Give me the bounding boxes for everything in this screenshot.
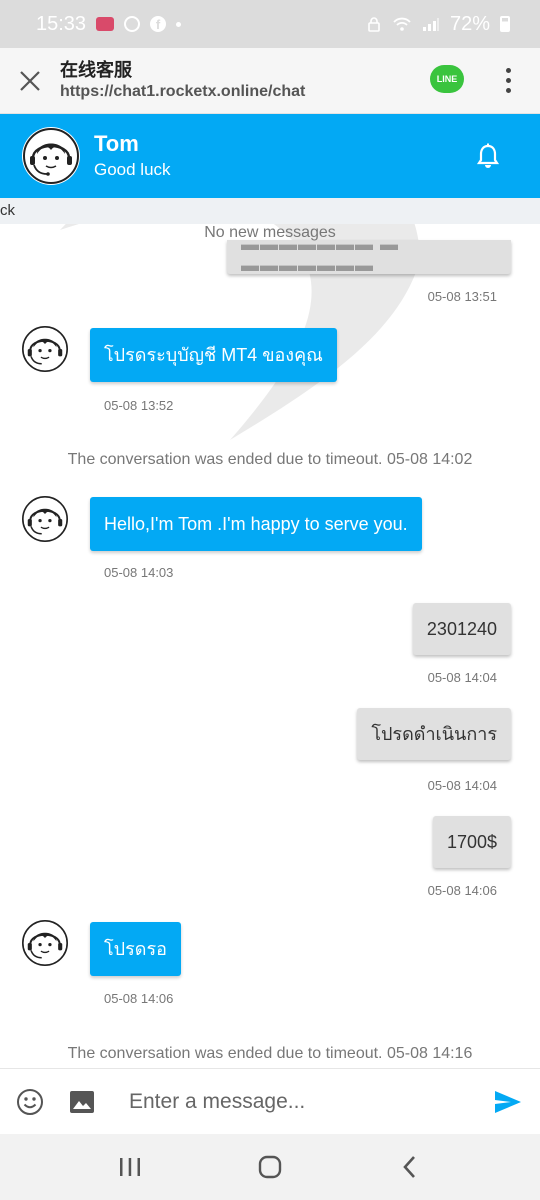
emoji-button[interactable] xyxy=(15,1087,45,1117)
page-info: 在线客服 https://chat1.rocketx.online/chat xyxy=(60,59,430,103)
send-button[interactable] xyxy=(488,1082,528,1122)
system-message: The conversation was ended due to timeou… xyxy=(67,1045,473,1062)
lock-icon xyxy=(368,17,380,32)
home-icon xyxy=(258,1155,282,1179)
sent-message-bubble: 1700$ xyxy=(432,816,511,868)
page-url: https://chat1.rocketx.online/chat xyxy=(60,82,306,100)
agent-headset-avatar-icon xyxy=(23,128,79,184)
message-time: 05-08 14:06 xyxy=(104,991,174,1006)
chat-header: Tom Good luck xyxy=(0,114,540,198)
back-button[interactable] xyxy=(380,1142,440,1192)
message-time: 05-08 13:52 xyxy=(104,398,174,413)
bell-icon xyxy=(476,143,500,168)
received-message-bubble: โปรดระบุบัญชี MT4 ของคุณ xyxy=(90,328,337,382)
line-icon: LINE xyxy=(430,64,464,93)
circle-notification-icon xyxy=(124,16,141,32)
wifi-icon xyxy=(393,17,411,31)
agent-avatar-small xyxy=(22,326,68,372)
system-message: The conversation was ended due to timeou… xyxy=(67,451,473,468)
clock: 15:33 xyxy=(36,12,87,35)
partial-text: ▬▬▬▬▬▬▬ ▬ ▬▬▬▬▬▬▬ xyxy=(241,240,400,274)
more-options-button[interactable] xyxy=(488,48,528,114)
android-nav-bar xyxy=(0,1134,540,1200)
sent-message-bubble: โปรดดำเนินการ xyxy=(357,708,511,760)
kebab-dot xyxy=(505,68,511,73)
agent-avatar-small xyxy=(22,496,68,542)
status-bar: 15:33 f 72% xyxy=(0,0,540,48)
smiley-icon xyxy=(17,1088,43,1115)
facebook-icon: f xyxy=(150,16,167,32)
browser-toolbar: 在线客服 https://chat1.rocketx.online/chat L… xyxy=(0,48,540,114)
sent-message-bubble-partial: ▬▬▬▬▬▬▬ ▬ ▬▬▬▬▬▬▬ xyxy=(227,240,511,274)
page-title: 在线客服 xyxy=(60,59,132,80)
message-time: 05-08 14:03 xyxy=(104,565,174,580)
agent-headset-avatar-icon xyxy=(22,326,68,372)
back-icon xyxy=(403,1156,415,1178)
close-icon xyxy=(20,70,40,91)
alarm-notification-icon xyxy=(96,17,115,31)
line-button[interactable]: LINE xyxy=(430,64,464,97)
image-icon xyxy=(70,1090,94,1113)
agent-status: Good luck xyxy=(94,160,171,179)
recent-apps-button[interactable] xyxy=(100,1142,160,1192)
agent-info: Tom Good luck xyxy=(94,130,468,182)
signal-icon xyxy=(422,18,439,31)
battery-percent: 72% xyxy=(449,12,490,35)
agent-name: Tom xyxy=(94,131,139,156)
agent-avatar xyxy=(22,127,80,185)
home-button[interactable] xyxy=(240,1142,300,1192)
notifications-button[interactable] xyxy=(468,136,508,176)
sent-message-bubble: 2301240 xyxy=(412,603,511,655)
message-time: 05-08 14:04 xyxy=(427,670,497,685)
recent-apps-icon xyxy=(120,1158,140,1176)
no-new-messages-label: No new messages xyxy=(204,224,336,241)
message-time: 05-08 14:04 xyxy=(427,778,497,793)
message-time: 05-08 13:51 xyxy=(427,289,497,304)
scrolling-banner: ck xyxy=(0,198,540,224)
kebab-dot xyxy=(505,78,511,83)
close-button[interactable] xyxy=(0,48,60,114)
more-notifications-dot-icon xyxy=(176,21,182,27)
agent-headset-avatar-icon xyxy=(22,920,68,966)
message-composer xyxy=(0,1068,540,1134)
kebab-dot xyxy=(505,88,511,93)
agent-headset-avatar-icon xyxy=(22,496,68,542)
agent-avatar-small xyxy=(22,920,68,966)
battery-icon xyxy=(500,16,510,32)
received-message-bubble: โปรดรอ xyxy=(90,922,181,976)
send-icon xyxy=(495,1090,521,1113)
received-message-bubble: Hello,I'm Tom .I'm happy to serve you. xyxy=(90,497,422,551)
message-time: 05-08 14:06 xyxy=(427,883,497,898)
image-upload-button[interactable] xyxy=(67,1087,97,1117)
message-input[interactable] xyxy=(127,1088,471,1115)
